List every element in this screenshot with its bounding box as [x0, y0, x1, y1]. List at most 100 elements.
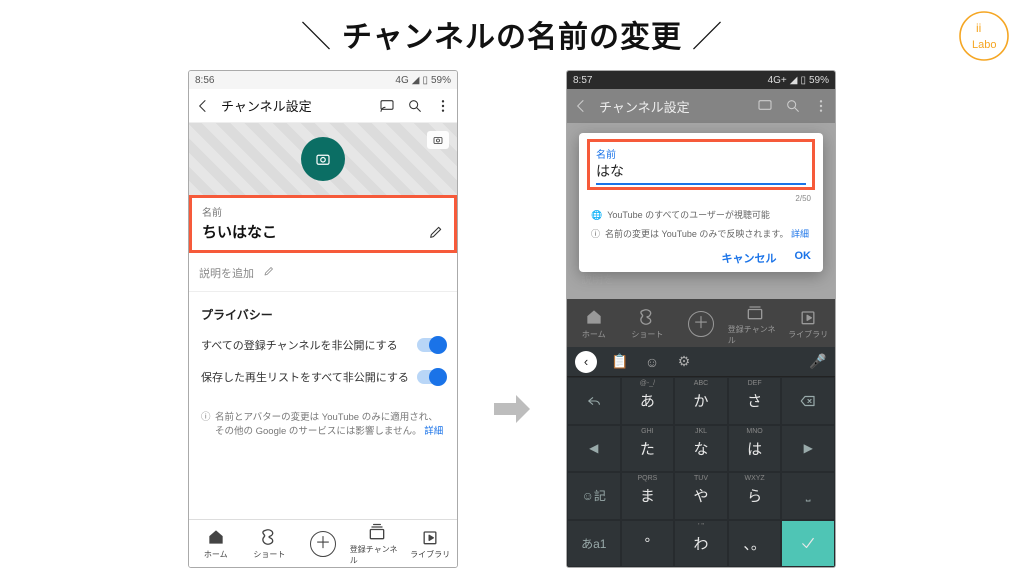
nav-home[interactable]: ホーム — [189, 520, 243, 567]
key-ra[interactable]: WXYZら — [728, 472, 782, 520]
keyboard-toolbar: ‹ 📋 ☺ ⚙ 🎤 — [567, 347, 835, 377]
status-time: 8:57 — [573, 75, 592, 86]
dialog-info-scope: ⓘ 名前の変更は YouTube のみで反映されます。 詳細 — [591, 228, 811, 241]
cancel-button[interactable]: キャンセル — [722, 250, 777, 266]
back-icon[interactable] — [195, 98, 211, 114]
info-icon: ⓘ — [201, 411, 211, 440]
kb-clipboard-icon[interactable]: 📋 — [611, 353, 629, 371]
key-ha[interactable]: MNOは — [728, 425, 782, 473]
key-sa[interactable]: DEFさ — [728, 377, 782, 425]
privacy-heading: プライバシー — [189, 292, 457, 329]
description-row[interactable]: 説明を追加 — [189, 253, 457, 292]
chiilabo-logo: ii Labo — [956, 8, 1012, 64]
kb-sticker-icon[interactable]: ☺ — [643, 353, 661, 371]
avatar-camera-button[interactable] — [301, 137, 345, 181]
name-field-highlight: 名前 はな — [587, 139, 815, 190]
char-counter: 2/50 — [591, 194, 811, 203]
nav-home: ホーム — [567, 300, 621, 347]
cast-icon[interactable] — [379, 98, 395, 114]
cast-icon — [757, 98, 773, 114]
arrow-right-icon — [488, 385, 536, 433]
appbar-title: チャンネル設定 — [599, 97, 690, 116]
shorts-icon — [637, 307, 657, 327]
key-ka[interactable]: ABCか — [674, 377, 728, 425]
kb-mic-icon[interactable]: 🎤 — [809, 353, 827, 371]
banner-camera-button[interactable] — [427, 131, 449, 149]
ok-button[interactable]: OK — [795, 250, 812, 266]
dialog-name-input[interactable]: はな — [596, 161, 806, 185]
info-icon: ⓘ — [591, 228, 600, 241]
channel-name-row[interactable]: 名前 ちいはなこ — [189, 195, 457, 253]
library-icon — [420, 527, 440, 547]
kb-settings-icon[interactable]: ⚙ — [675, 353, 693, 371]
status-network: 4G — [395, 75, 408, 86]
status-network: 4G+ — [768, 75, 787, 86]
key-punct[interactable]: 、。 — [728, 520, 782, 568]
key-undo[interactable] — [567, 377, 621, 425]
app-bar: チャンネル設定 — [189, 89, 457, 123]
nav-shorts[interactable]: ショート — [243, 520, 297, 567]
home-icon — [584, 307, 604, 327]
privacy-hide-subscriptions[interactable]: すべての登録チャンネルを非公開にする — [189, 329, 457, 361]
signal-icon: ◢ — [790, 75, 798, 86]
soft-keyboard: ‹ 📋 ☺ ⚙ 🎤 @-_/あ ABCか DEFさ ◀ GHIた JKLな MN… — [567, 347, 835, 567]
nav-create: ＋ — [674, 300, 728, 347]
key-backspace[interactable] — [781, 377, 835, 425]
bg-desc: 説明を — [581, 271, 614, 287]
key-a[interactable]: @-_/あ — [621, 377, 675, 425]
key-right[interactable]: ▶ — [781, 425, 835, 473]
privacy-hide-playlists[interactable]: 保存した再生リストをすべて非公開にする — [189, 361, 457, 393]
nav-create[interactable]: ＋ — [296, 520, 350, 567]
info-note: ⓘ 名前とアバターの変更は YouTube のみに適用され、その他の Googl… — [201, 411, 445, 440]
kb-collapse-icon[interactable]: ‹ — [575, 351, 597, 373]
search-icon[interactable] — [407, 98, 423, 114]
back-icon — [573, 98, 589, 114]
dialog-info-visibility: 🌐 YouTube のすべてのユーザーが視聴可能 — [591, 209, 811, 222]
key-ma[interactable]: PQRSま — [621, 472, 675, 520]
more-icon — [813, 98, 829, 114]
shorts-icon — [259, 527, 279, 547]
more-icon[interactable] — [435, 98, 451, 114]
svg-text:Labo: Labo — [972, 39, 996, 51]
toggle-on-icon[interactable] — [417, 338, 445, 352]
bottom-nav: ホーム ショート ＋ 登録チャンネル ライブラリ — [189, 519, 457, 567]
details-link[interactable]: 詳細 — [424, 426, 443, 437]
status-battery: 59% — [431, 75, 451, 86]
toggle-on-icon[interactable] — [417, 370, 445, 384]
nav-shorts: ショート — [621, 300, 675, 347]
key-emoji[interactable]: ☺記 — [567, 472, 621, 520]
key-space[interactable]: ⎵ — [781, 472, 835, 520]
details-link[interactable]: 詳細 — [791, 229, 809, 239]
battery-icon: ▯ — [422, 75, 428, 86]
nav-library[interactable]: ライブラリ — [403, 520, 457, 567]
key-mode[interactable]: あa1 — [567, 520, 621, 568]
dialog-field-label: 名前 — [596, 146, 806, 161]
bottom-nav-dimmed: ホーム ショート ＋ 登録チャンネル ライブラリ — [567, 299, 835, 347]
svg-text:ii: ii — [976, 21, 981, 35]
signal-icon: ◢ — [412, 75, 420, 86]
key-wa[interactable]: ' "わ — [674, 520, 728, 568]
subscriptions-icon — [745, 302, 765, 322]
pencil-icon — [261, 263, 277, 279]
library-icon — [798, 307, 818, 327]
key-ta[interactable]: GHIた — [621, 425, 675, 473]
key-na[interactable]: JKLな — [674, 425, 728, 473]
key-ya[interactable]: TUVや — [674, 472, 728, 520]
pencil-icon[interactable] — [428, 224, 444, 240]
key-left[interactable]: ◀ — [567, 425, 621, 473]
nav-subscriptions[interactable]: 登録チャンネル — [350, 520, 404, 567]
name-value: ちいはなこ — [202, 221, 444, 242]
plus-icon: ＋ — [688, 311, 714, 337]
appbar-title: チャンネル設定 — [221, 96, 312, 115]
key-dakuten[interactable]: ° — [621, 520, 675, 568]
status-battery: 59% — [809, 75, 829, 86]
plus-icon: ＋ — [310, 531, 336, 557]
globe-icon: 🌐 — [591, 209, 602, 222]
battery-icon: ▯ — [800, 75, 806, 86]
status-time: 8:56 — [195, 75, 214, 86]
key-enter[interactable] — [781, 520, 835, 568]
phone-before: 8:56 4G ◢ ▯ 59% チャンネル設定 名前 ちいはなこ 説明を追加 プ… — [188, 70, 458, 568]
nav-subscriptions: 登録チャンネル — [728, 300, 782, 347]
rename-dialog: 名前 はな 2/50 🌐 YouTube のすべてのユーザーが視聴可能 ⓘ 名前… — [579, 133, 823, 272]
nav-library: ライブラリ — [781, 300, 835, 347]
